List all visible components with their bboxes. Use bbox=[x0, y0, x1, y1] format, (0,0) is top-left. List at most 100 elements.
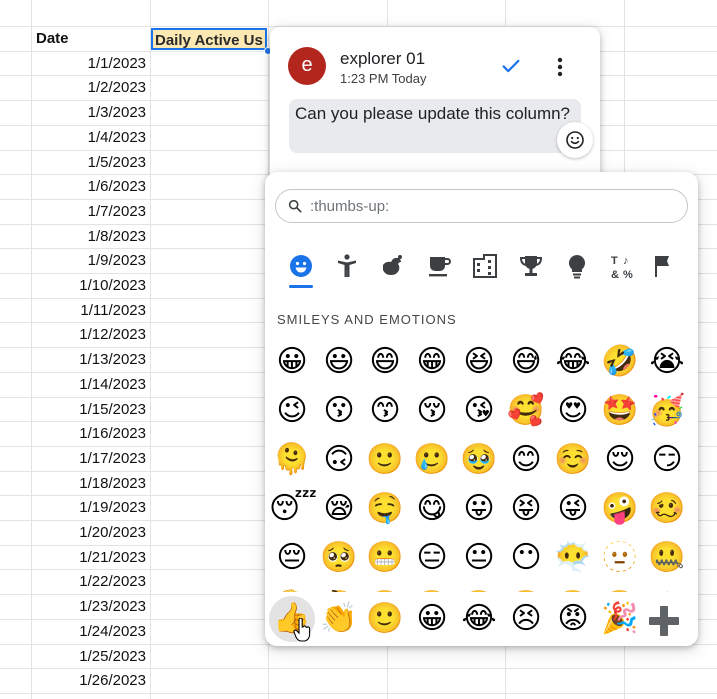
emoji-option[interactable]: 😗 bbox=[316, 388, 362, 434]
emoji-option[interactable]: 😃 bbox=[316, 339, 362, 385]
emoji-option[interactable]: 🤤 bbox=[362, 486, 408, 532]
emoji-option[interactable]: 🤫 bbox=[362, 584, 408, 592]
tab-objects[interactable] bbox=[563, 252, 591, 280]
emoji-option[interactable]: 😊 bbox=[503, 437, 549, 483]
date-cell[interactable]: 1/7/2023 bbox=[32, 200, 146, 224]
emoji-option[interactable]: ☺️ bbox=[550, 437, 596, 483]
emoji-option[interactable]: 🫥 bbox=[597, 535, 643, 581]
more-options-icon[interactable] bbox=[550, 55, 570, 79]
recent-emoji[interactable]: 👏 bbox=[316, 596, 362, 642]
recent-emoji[interactable]: 😣 bbox=[503, 596, 549, 642]
date-cell[interactable]: 1/5/2023 bbox=[32, 151, 146, 175]
emoji-option[interactable]: 🥰 bbox=[503, 388, 549, 434]
emoji-search-box[interactable] bbox=[275, 189, 688, 223]
emoji-option[interactable]: 😌 bbox=[597, 437, 643, 483]
emoji-option[interactable]: 🤗 bbox=[550, 584, 596, 592]
emoji-option[interactable]: 😴 bbox=[269, 486, 317, 532]
emoji-option[interactable]: 😱 bbox=[644, 584, 690, 592]
date-cell[interactable]: 1/25/2023 bbox=[32, 645, 146, 669]
emoji-search-input[interactable] bbox=[310, 196, 670, 216]
tab-travel-places[interactable] bbox=[471, 252, 499, 280]
date-cell[interactable]: 1/16/2023 bbox=[32, 422, 146, 446]
emoji-option[interactable]: 🫣 bbox=[597, 584, 643, 592]
date-cell[interactable]: 1/11/2023 bbox=[32, 299, 146, 323]
emoji-option[interactable]: 🙃 bbox=[316, 437, 362, 483]
emoji-option[interactable]: 🥳 bbox=[644, 388, 690, 434]
emoji-option[interactable]: 😪 bbox=[316, 486, 362, 532]
emoji-option[interactable]: 😝 bbox=[503, 486, 549, 532]
date-cell[interactable]: 1/26/2023 bbox=[32, 669, 146, 693]
date-cell[interactable]: 1/8/2023 bbox=[32, 225, 146, 249]
emoji-option[interactable]: 😜 bbox=[550, 486, 596, 532]
date-cell[interactable]: 1/20/2023 bbox=[32, 521, 146, 545]
date-cell[interactable]: 1/4/2023 bbox=[32, 126, 146, 150]
emoji-option[interactable]: 😭 bbox=[644, 339, 690, 385]
emoji-option[interactable]: 😁 bbox=[409, 339, 455, 385]
date-cell[interactable]: 1/17/2023 bbox=[32, 447, 146, 471]
emoji-option[interactable]: 😍 bbox=[550, 388, 596, 434]
emoji-option[interactable]: 🫡 bbox=[269, 584, 315, 592]
emoji-option[interactable]: 🤣 bbox=[597, 339, 643, 385]
emoji-option[interactable]: 😐 bbox=[456, 535, 502, 581]
emoji-option[interactable]: 🥺 bbox=[316, 535, 362, 581]
emoji-option[interactable]: 🤐 bbox=[644, 535, 690, 581]
emoji-option[interactable]: 🥲 bbox=[409, 437, 455, 483]
date-cell[interactable]: 1/10/2023 bbox=[32, 274, 146, 298]
date-cell[interactable]: 1/19/2023 bbox=[32, 496, 146, 520]
recent-emoji[interactable]: 😡 bbox=[550, 596, 596, 642]
date-cell[interactable]: 1/18/2023 bbox=[32, 472, 146, 496]
tab-smileys-emotion[interactable] bbox=[287, 252, 315, 280]
add-custom-emoji-icon[interactable] bbox=[647, 604, 681, 638]
emoji-option[interactable]: 😂 bbox=[550, 339, 596, 385]
emoji-option[interactable]: 😆 bbox=[456, 339, 502, 385]
date-cell[interactable]: 1/23/2023 bbox=[32, 595, 146, 619]
date-cell[interactable]: 1/3/2023 bbox=[32, 101, 146, 125]
tab-symbols[interactable]: T ♪ &% bbox=[609, 252, 637, 281]
date-cell[interactable]: 1/21/2023 bbox=[32, 546, 146, 570]
date-cell[interactable]: 1/24/2023 bbox=[32, 620, 146, 644]
date-cell[interactable]: 1/9/2023 bbox=[32, 249, 146, 273]
recent-emoji[interactable]: 😀 bbox=[409, 596, 455, 642]
emoji-option[interactable]: 😀 bbox=[269, 339, 315, 385]
emoji-option[interactable]: 🤭 bbox=[456, 584, 502, 592]
date-cell[interactable]: 1/13/2023 bbox=[32, 348, 146, 372]
emoji-option[interactable]: 🫢 bbox=[409, 584, 455, 592]
emoji-option[interactable]: 😚 bbox=[409, 388, 455, 434]
emoji-option[interactable]: 😋 bbox=[409, 486, 455, 532]
emoji-option[interactable]: 😅 bbox=[503, 339, 549, 385]
emoji-option[interactable]: 😶‍🌫️ bbox=[550, 535, 596, 581]
header-date-cell[interactable]: Date bbox=[36, 27, 146, 51]
recent-emoji[interactable]: 🙂 bbox=[362, 596, 408, 642]
emoji-option[interactable]: 🤔 bbox=[316, 584, 362, 592]
header-daily-active-users-cell[interactable]: Daily Active Us bbox=[151, 28, 267, 50]
recent-emoji[interactable]: 🎉 bbox=[597, 596, 643, 642]
date-cell[interactable]: 1/1/2023 bbox=[32, 52, 146, 76]
date-cell[interactable]: 1/12/2023 bbox=[32, 323, 146, 347]
emoji-option[interactable]: 😶 bbox=[503, 535, 549, 581]
emoji-option[interactable]: 🥹 bbox=[456, 437, 502, 483]
tab-food-drink[interactable] bbox=[425, 252, 453, 280]
emoji-option[interactable]: 😛 bbox=[456, 486, 502, 532]
tab-animals-nature[interactable] bbox=[379, 252, 407, 280]
emoji-option[interactable]: 🫠 bbox=[269, 437, 315, 483]
emoji-option[interactable]: 😔 bbox=[269, 535, 315, 581]
emoji-option[interactable]: 😑 bbox=[409, 535, 455, 581]
add-emoji-reaction-button[interactable] bbox=[557, 122, 593, 158]
date-cell[interactable]: 1/6/2023 bbox=[32, 175, 146, 199]
date-cell[interactable]: 1/14/2023 bbox=[32, 373, 146, 397]
emoji-option[interactable]: 😙 bbox=[362, 388, 408, 434]
emoji-option[interactable]: 😬 bbox=[362, 535, 408, 581]
emoji-option[interactable]: 🙂 bbox=[362, 437, 408, 483]
recent-emoji[interactable]: 😂 bbox=[456, 596, 502, 642]
tab-flags[interactable] bbox=[649, 252, 677, 280]
date-cell[interactable]: 1/22/2023 bbox=[32, 570, 146, 594]
tab-activities[interactable] bbox=[517, 252, 545, 280]
resolve-checkmark-icon[interactable] bbox=[500, 55, 522, 77]
emoji-option[interactable]: 😘 bbox=[456, 388, 502, 434]
emoji-option[interactable]: 🥴 bbox=[644, 486, 690, 532]
emoji-option[interactable]: 🤪 bbox=[597, 486, 643, 532]
date-cell[interactable]: 1/15/2023 bbox=[32, 398, 146, 422]
tab-people-body[interactable] bbox=[333, 252, 361, 280]
emoji-option[interactable]: 😏 bbox=[644, 437, 690, 483]
emoji-option[interactable]: 😉 bbox=[269, 388, 315, 434]
